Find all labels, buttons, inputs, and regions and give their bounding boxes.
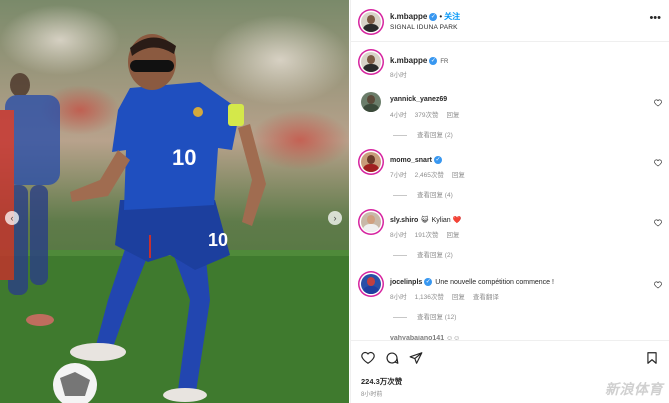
commenter-username[interactable]: jocelinpls (390, 279, 422, 286)
comment-icon[interactable] (385, 351, 399, 365)
comment-time: 4小时 (390, 112, 407, 119)
jersey-number: 10 (172, 145, 196, 170)
prev-arrow-icon[interactable]: ‹ (5, 211, 19, 225)
heart-icon[interactable] (654, 99, 662, 107)
separator-dot: • (439, 12, 443, 21)
comment-likes[interactable]: 1,136次赞 (415, 294, 444, 301)
location-label[interactable]: SIGNAL IDUNA PARK (390, 24, 458, 31)
post-time: 8小时前 (361, 392, 383, 398)
comment-likes[interactable]: 191次赞 (415, 232, 439, 239)
author-avatar[interactable] (361, 12, 381, 32)
reply-button[interactable]: 回复 (446, 112, 459, 119)
caption-time: 8小时 (390, 72, 407, 79)
author-username[interactable]: k.mbappe (390, 12, 427, 21)
commenter-username[interactable]: momo_snart (390, 157, 432, 164)
commenter-avatar[interactable] (361, 274, 381, 294)
post-caption: k.mbappe ✓ FR 8小时 (351, 44, 669, 84)
heart-icon[interactable] (654, 159, 662, 167)
heart-icon[interactable] (654, 219, 662, 227)
post-side-panel: k.mbappe ✓ • 关注 SIGNAL IDUNA PARK ••• k.mba… (350, 0, 669, 403)
shorts-number: 10 (208, 230, 228, 250)
commenter-avatar[interactable] (361, 92, 381, 112)
view-replies-button[interactable]: 查看回复 (2) (393, 129, 453, 139)
comment-text: Kylian ❤️ (431, 217, 462, 224)
heart-icon[interactable] (654, 281, 662, 289)
view-replies-button[interactable]: 查看回复 (4) (393, 189, 453, 199)
reply-button[interactable]: 回复 (446, 232, 459, 239)
comment-emoji: 😺 (421, 217, 429, 224)
comment-time: 8小时 (390, 294, 407, 301)
share-icon[interactable] (409, 351, 423, 365)
commenter-avatar[interactable] (361, 152, 381, 172)
comment-text: Une nouvelle compétition commence ! (435, 278, 554, 286)
watermark: 新浪体育 (605, 381, 663, 397)
post-photo: 10 10 ‹ › (0, 0, 349, 403)
bookmark-icon[interactable] (645, 351, 659, 365)
photo-scene: 10 10 (0, 0, 349, 403)
comment-time: 8小时 (390, 232, 407, 239)
commenter-username[interactable]: yannick_yanez69 (390, 96, 447, 103)
likes-count[interactable]: 224.3万次赞 (361, 376, 402, 387)
comment-likes[interactable]: 2,465次赞 (415, 172, 444, 179)
verified-icon: ✓ (429, 56, 438, 65)
view-replies-button[interactable]: 查看回复 (12) (393, 311, 456, 321)
reply-button[interactable]: 回复 (452, 294, 465, 301)
verified-icon: ✓ (429, 12, 438, 21)
comment-item: momo_snart ✓ 7小时 2,465次赞 回复 查看回复 (4) (351, 152, 669, 212)
verified-icon: ✓ (424, 278, 433, 286)
more-icon[interactable]: ••• (649, 13, 661, 24)
follow-button[interactable]: 关注 (444, 12, 460, 21)
comment-item: yannick_yanez69 4小时 379次赞 回复 查看回复 (2) (351, 92, 669, 152)
comment-likes[interactable]: 379次赞 (415, 112, 439, 119)
comment-item: sly.shiro 😺 Kylian ❤️ 8小时 191次赞 回复 查看回复 (2) (351, 212, 669, 272)
caption-username[interactable]: k.mbappe (390, 56, 427, 65)
next-arrow-icon[interactable]: › (328, 211, 342, 225)
post-header: k.mbappe ✓ • 关注 SIGNAL IDUNA PARK ••• (351, 0, 669, 42)
commenter-avatar[interactable] (361, 212, 381, 232)
comment-time: 7小时 (390, 172, 407, 179)
verified-icon: ✓ (434, 156, 443, 164)
comment-item: jocelinpls ✓ Une nouvelle compétition comm… (351, 274, 669, 334)
translate-button[interactable]: 查看翻译 (473, 294, 499, 301)
commenter-username[interactable]: sly.shiro (390, 217, 418, 224)
caption-flag: FR (440, 59, 449, 65)
caption-avatar[interactable] (361, 52, 381, 72)
reply-button[interactable]: 回复 (452, 172, 465, 179)
view-replies-button[interactable]: 查看回复 (2) (393, 249, 453, 259)
heart-icon[interactable] (361, 351, 375, 365)
